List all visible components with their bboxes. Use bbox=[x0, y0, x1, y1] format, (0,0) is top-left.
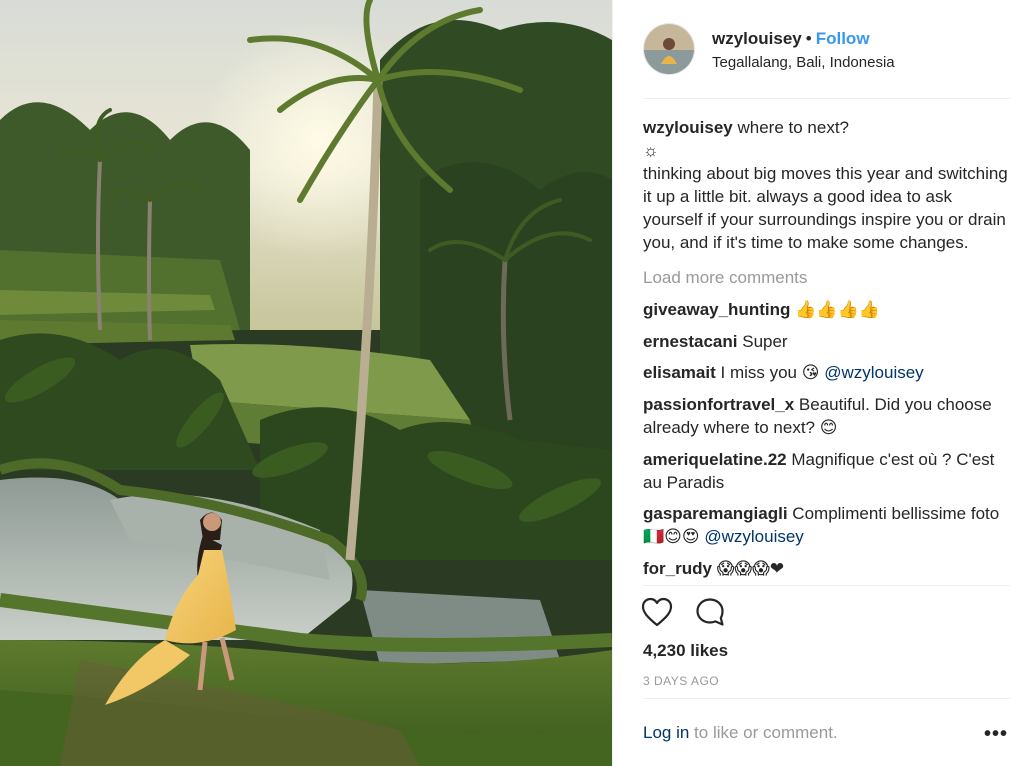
post-side-panel: wzylouisey • Follow Tegallalang, Bali, Ind… bbox=[612, 0, 1024, 766]
follow-button[interactable]: Follow bbox=[816, 29, 870, 48]
comment-bubble-icon[interactable] bbox=[695, 597, 725, 627]
comment-username[interactable]: passionfortravel_x bbox=[643, 395, 794, 414]
comment-username[interactable]: ameriquelatine.22 bbox=[643, 450, 787, 469]
header-text: wzylouisey • Follow Tegallalang, Bali, Ind… bbox=[712, 28, 895, 71]
caption: wzylouisey where to next? ☼ thinking abo… bbox=[643, 116, 1008, 254]
comment-emoji: 😘 bbox=[801, 363, 820, 383]
more-options-icon[interactable]: ••• bbox=[984, 723, 1008, 746]
comment-username[interactable]: ernestacani bbox=[643, 332, 738, 351]
header-username-row: wzylouisey • Follow bbox=[712, 28, 895, 50]
header-username[interactable]: wzylouisey bbox=[712, 29, 802, 48]
comment-item: passionfortravel_x Beautiful. Did you ch… bbox=[643, 393, 1008, 440]
login-prompt: Log in to like or comment. ••• bbox=[643, 723, 1010, 746]
location-link[interactable]: Tegallalang, Bali, Indonesia bbox=[712, 54, 895, 71]
comment-emoji: 🇮🇹😊😍 bbox=[643, 527, 700, 547]
likes-count[interactable]: 4,230 likes bbox=[643, 641, 728, 661]
login-prompt-text: to like or comment. bbox=[689, 723, 838, 742]
comment-emoji: 😱😱😱❤ bbox=[716, 559, 785, 579]
avatar-image bbox=[644, 24, 694, 74]
heart-icon[interactable] bbox=[641, 597, 673, 627]
comment-item: for_rudy 😱😱😱❤ bbox=[643, 557, 1008, 581]
instagram-post-view: wzylouisey • Follow Tegallalang, Bali, Ind… bbox=[0, 0, 1024, 766]
avatar[interactable] bbox=[643, 23, 695, 75]
comment-item: ameriquelatine.22 Magnifique c'est où ? … bbox=[643, 448, 1008, 494]
comment-username[interactable]: giveaway_hunting bbox=[643, 300, 790, 319]
comment-mention[interactable]: @wzylouisey bbox=[824, 363, 923, 382]
comment-emoji: 👍👍👍👍 bbox=[795, 300, 880, 320]
sun-symbol: ☼ bbox=[643, 141, 659, 160]
caption-username[interactable]: wzylouisey bbox=[643, 118, 733, 137]
comment-text: Super bbox=[742, 332, 788, 351]
post-header: wzylouisey • Follow Tegallalang, Bali, Ind… bbox=[643, 22, 1010, 76]
comment-text: I miss you bbox=[720, 363, 798, 382]
comment-item: giveaway_hunting 👍👍👍👍 bbox=[643, 298, 1008, 322]
caption-line1: where to next? bbox=[737, 118, 850, 137]
comment-emoji: 😊 bbox=[819, 418, 838, 438]
comment-item: ernestacani Super bbox=[643, 330, 1008, 353]
rice-terrace-photo bbox=[0, 0, 612, 766]
separator-dot: • bbox=[805, 28, 812, 48]
comment-text: Complimenti bellissime foto bbox=[792, 504, 1000, 523]
comment-item: gasparemangiagli Complimenti bellissime … bbox=[643, 502, 1008, 549]
caption-body: thinking about big moves this year and s… bbox=[643, 164, 1008, 252]
comments-list: wzylouisey where to next? ☼ thinking abo… bbox=[643, 116, 1008, 582]
header-divider bbox=[643, 98, 1010, 99]
comment-item: elisamait I miss you 😘 @wzylouisey bbox=[643, 361, 1008, 385]
footer-divider bbox=[643, 698, 1010, 699]
comment-username[interactable]: gasparemangiagli bbox=[643, 504, 788, 523]
action-bar bbox=[641, 597, 747, 627]
post-timestamp: 3 DAYS AGO bbox=[643, 674, 720, 688]
comment-mention[interactable]: @wzylouisey bbox=[704, 527, 803, 546]
load-more-comments-button[interactable]: Load more comments bbox=[643, 266, 1008, 289]
post-photo[interactable] bbox=[0, 0, 612, 766]
comments-divider bbox=[643, 585, 1010, 586]
comment-username[interactable]: elisamait bbox=[643, 363, 716, 382]
comment-username[interactable]: for_rudy bbox=[643, 559, 712, 578]
login-link[interactable]: Log in bbox=[643, 723, 689, 742]
